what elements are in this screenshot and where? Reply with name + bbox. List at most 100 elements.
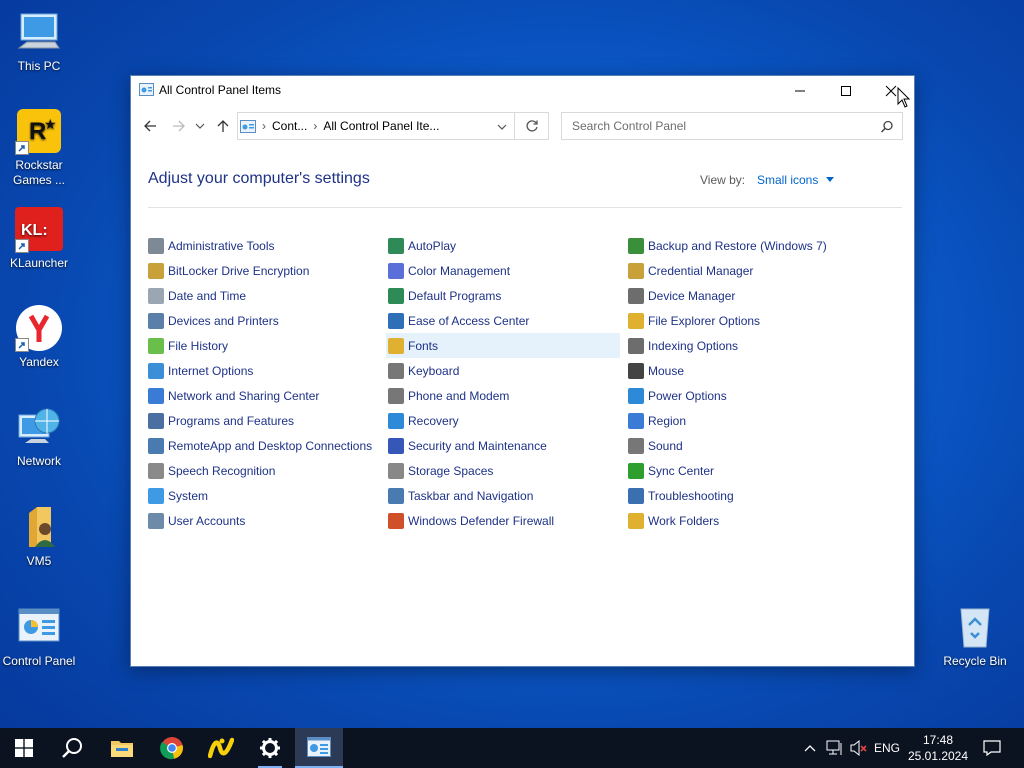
control-panel-icon: [240, 119, 256, 133]
cp-item-date-and-time[interactable]: Date and Time: [146, 283, 376, 308]
arrow-right-icon: [173, 120, 185, 132]
items-column-2: AutoPlay Color Management Default Programs…: [386, 233, 620, 533]
cp-item-work-folders[interactable]: Work Folders: [626, 508, 866, 533]
cp-item-sound[interactable]: Sound: [626, 433, 866, 458]
start-button[interactable]: [0, 728, 48, 768]
cp-item-label: AutoPlay: [408, 238, 457, 253]
recent-locations-button[interactable]: [193, 116, 207, 136]
desktop-icon-klauncher[interactable]: KL: KLauncher: [1, 205, 77, 271]
taskbar-file-explorer[interactable]: [98, 728, 146, 768]
cp-item-fonts[interactable]: Fonts: [386, 333, 620, 358]
control-panel-icon: [15, 603, 63, 651]
cp-item-windows-defender-firewall[interactable]: Windows Defender Firewall: [386, 508, 620, 533]
volume-button[interactable]: [848, 728, 870, 768]
address-bar[interactable]: › Cont... › All Control Panel Ite...: [237, 112, 515, 140]
cp-item-label: Windows Defender Firewall: [408, 513, 555, 528]
cp-item-network-and-sharing-center[interactable]: Network and Sharing Center: [146, 383, 376, 408]
cp-item-recovery[interactable]: Recovery: [386, 408, 620, 433]
administrative-tools-icon: [148, 237, 164, 254]
cp-item-region[interactable]: Region: [626, 408, 866, 433]
cp-item-remoteapp-and-desktop-connections[interactable]: RemoteApp and Desktop Connections: [146, 433, 376, 458]
desktop-icon-yandex[interactable]: Yandex: [1, 304, 77, 370]
cp-item-power-options[interactable]: Power Options: [626, 383, 866, 408]
chevron-down-icon: [195, 123, 205, 129]
cp-item-taskbar-and-navigation[interactable]: Taskbar and Navigation: [386, 483, 620, 508]
cp-item-autoplay[interactable]: AutoPlay: [386, 233, 620, 258]
bitlocker-drive-encryption-icon: [148, 262, 164, 279]
taskbar-control-panel[interactable]: [295, 728, 343, 768]
cp-item-file-explorer-options[interactable]: File Explorer Options: [626, 308, 866, 333]
indexing-options-icon: [628, 337, 644, 354]
cp-item-indexing-options[interactable]: Indexing Options: [626, 333, 866, 358]
search-box[interactable]: [561, 112, 903, 140]
cp-item-programs-and-features[interactable]: Programs and Features: [146, 408, 376, 433]
cp-item-ease-of-access-center[interactable]: Ease of Access Center: [386, 308, 620, 333]
network-status-button[interactable]: [823, 728, 847, 768]
cp-item-devices-and-printers[interactable]: Devices and Printers: [146, 308, 376, 333]
cp-item-troubleshooting[interactable]: Troubleshooting: [626, 483, 866, 508]
cp-item-default-programs[interactable]: Default Programs: [386, 283, 620, 308]
autoplay-icon: [388, 237, 404, 254]
cp-item-file-history[interactable]: File History: [146, 333, 376, 358]
troubleshooting-icon: [628, 487, 644, 504]
cp-item-label: Indexing Options: [648, 338, 739, 353]
taskbar-yandex-music[interactable]: [197, 728, 245, 768]
cp-item-sync-center[interactable]: Sync Center: [626, 458, 866, 483]
desktop-icon-rockstar[interactable]: R ★ Rockstar Games ...: [1, 107, 77, 188]
search-icon[interactable]: [880, 120, 894, 134]
cp-item-credential-manager[interactable]: Credential Manager: [626, 258, 866, 283]
clock[interactable]: 17:48 25.01.2024: [902, 732, 974, 764]
cp-item-label: User Accounts: [168, 513, 246, 528]
file-history-icon: [148, 337, 164, 354]
refresh-button[interactable]: [515, 112, 549, 140]
show-hidden-icons-button[interactable]: [800, 728, 820, 768]
view-by-dropdown[interactable]: Small icons: [757, 173, 835, 187]
cp-item-color-management[interactable]: Color Management: [386, 258, 620, 283]
cp-item-phone-and-modem[interactable]: Phone and Modem: [386, 383, 620, 408]
color-management-icon: [388, 262, 404, 279]
address-dropdown-button[interactable]: [496, 120, 508, 138]
cp-item-label: Security and Maintenance: [408, 438, 547, 453]
maximize-button[interactable]: [823, 76, 869, 105]
cp-item-speech-recognition[interactable]: Speech Recognition: [146, 458, 376, 483]
desktop-icon-network[interactable]: Network: [1, 403, 77, 469]
taskbar-chrome[interactable]: [148, 728, 196, 768]
cp-item-storage-spaces[interactable]: Storage Spaces: [386, 458, 620, 483]
title-bar[interactable]: All Control Panel Items: [131, 76, 914, 105]
search-input[interactable]: [570, 118, 874, 134]
back-button[interactable]: [140, 116, 160, 136]
cp-item-device-manager[interactable]: Device Manager: [626, 283, 866, 308]
desktop-icon-control-panel[interactable]: Control Panel: [1, 603, 77, 669]
cp-item-administrative-tools[interactable]: Administrative Tools: [146, 233, 376, 258]
cp-item-label: Sound: [648, 438, 683, 453]
action-center-button[interactable]: [978, 728, 1006, 768]
cp-item-label: Administrative Tools: [168, 238, 275, 253]
desktop-icon-this-pc[interactable]: This PC: [1, 8, 77, 74]
cp-item-internet-options[interactable]: Internet Options: [146, 358, 376, 383]
taskbar-search-button[interactable]: [48, 728, 96, 768]
cp-item-user-accounts[interactable]: User Accounts: [146, 508, 376, 533]
fonts-icon: [388, 337, 404, 354]
cp-item-mouse[interactable]: Mouse: [626, 358, 866, 383]
desktop-icon-vm5[interactable]: VM5: [1, 503, 77, 569]
cp-item-system[interactable]: System: [146, 483, 376, 508]
yandex-music-icon: [208, 737, 234, 759]
cp-item-security-and-maintenance[interactable]: Security and Maintenance: [386, 433, 620, 458]
breadcrumb-all-items[interactable]: All Control Panel Ite...: [323, 119, 439, 133]
breadcrumb-control-panel[interactable]: Cont...: [272, 119, 307, 133]
cp-item-keyboard[interactable]: Keyboard: [386, 358, 620, 383]
desktop-icon-label: Yandex: [19, 355, 59, 369]
desktop-icon-recycle-bin[interactable]: Recycle Bin: [937, 603, 1013, 669]
header-divider: [148, 207, 902, 208]
desktop-icon-label: This PC: [17, 59, 61, 73]
minimize-button[interactable]: [777, 76, 823, 105]
ease-of-access-center-icon: [388, 312, 404, 329]
chrome-icon: [160, 737, 183, 760]
up-button[interactable]: [213, 116, 233, 136]
forward-button[interactable]: [169, 116, 189, 136]
credential-manager-icon: [628, 262, 644, 279]
cp-item-bitlocker-drive-encryption[interactable]: BitLocker Drive Encryption: [146, 258, 376, 283]
taskbar-settings[interactable]: [246, 728, 294, 768]
cp-item-backup-and-restore-windows-7[interactable]: Backup and Restore (Windows 7): [626, 233, 866, 258]
input-language-button[interactable]: ENG: [872, 728, 902, 768]
